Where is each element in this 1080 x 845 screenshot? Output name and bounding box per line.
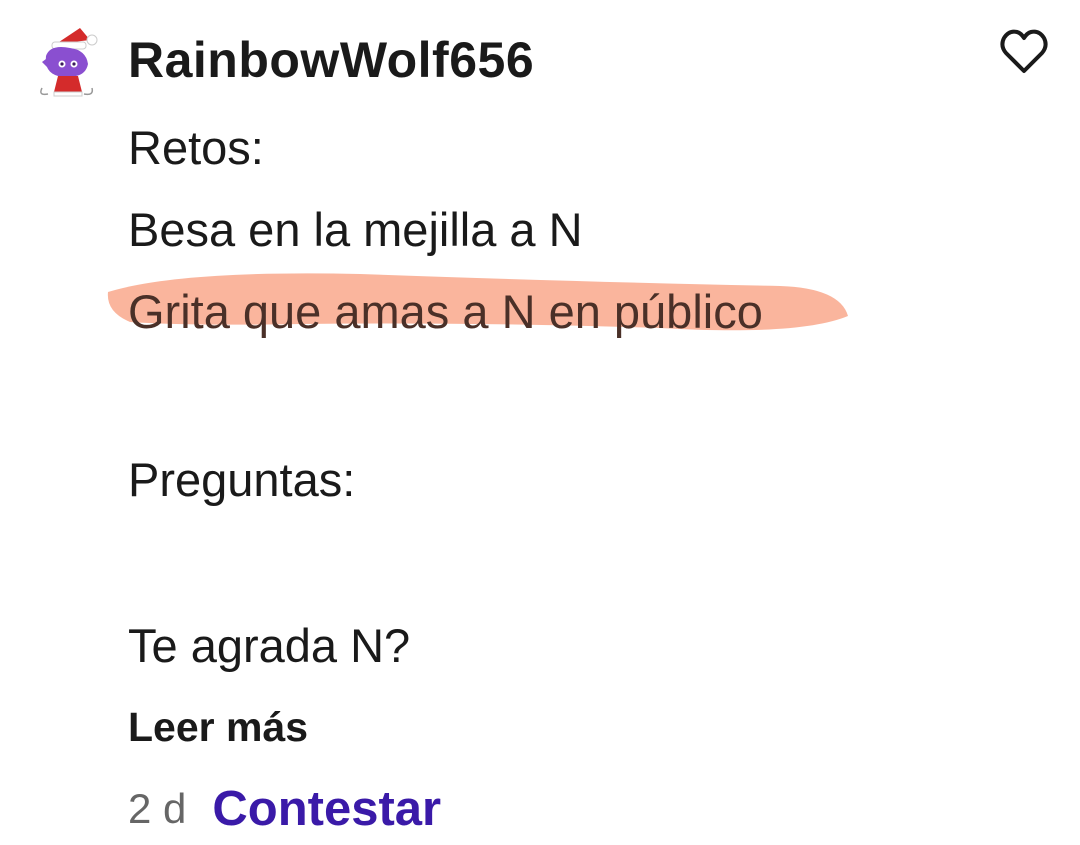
like-button[interactable] — [998, 27, 1050, 77]
comment-author[interactable]: RainbowWolf656 — [128, 30, 534, 90]
heart-outline-icon — [1000, 29, 1048, 73]
comment-text-line: Te agrada N? — [128, 619, 411, 672]
read-more-link[interactable]: Leer más — [128, 702, 308, 752]
comment-meta: 2 d Contestar — [128, 780, 441, 838]
avatar-image — [40, 28, 98, 97]
timestamp: 2 d — [128, 785, 187, 832]
comment-card: RainbowWolf656 Retos: Besa en la mejilla… — [0, 0, 1080, 845]
comment-text-line: Besa en la mejilla a N — [128, 203, 583, 256]
avatar[interactable] — [28, 22, 108, 102]
reply-button[interactable]: Contestar — [212, 781, 441, 837]
comment-text-line-highlighted: Grita que amas a N en público — [128, 285, 763, 338]
comment-text-line: Preguntas: — [128, 453, 356, 506]
comment-text-line: Retos: — [128, 121, 264, 174]
